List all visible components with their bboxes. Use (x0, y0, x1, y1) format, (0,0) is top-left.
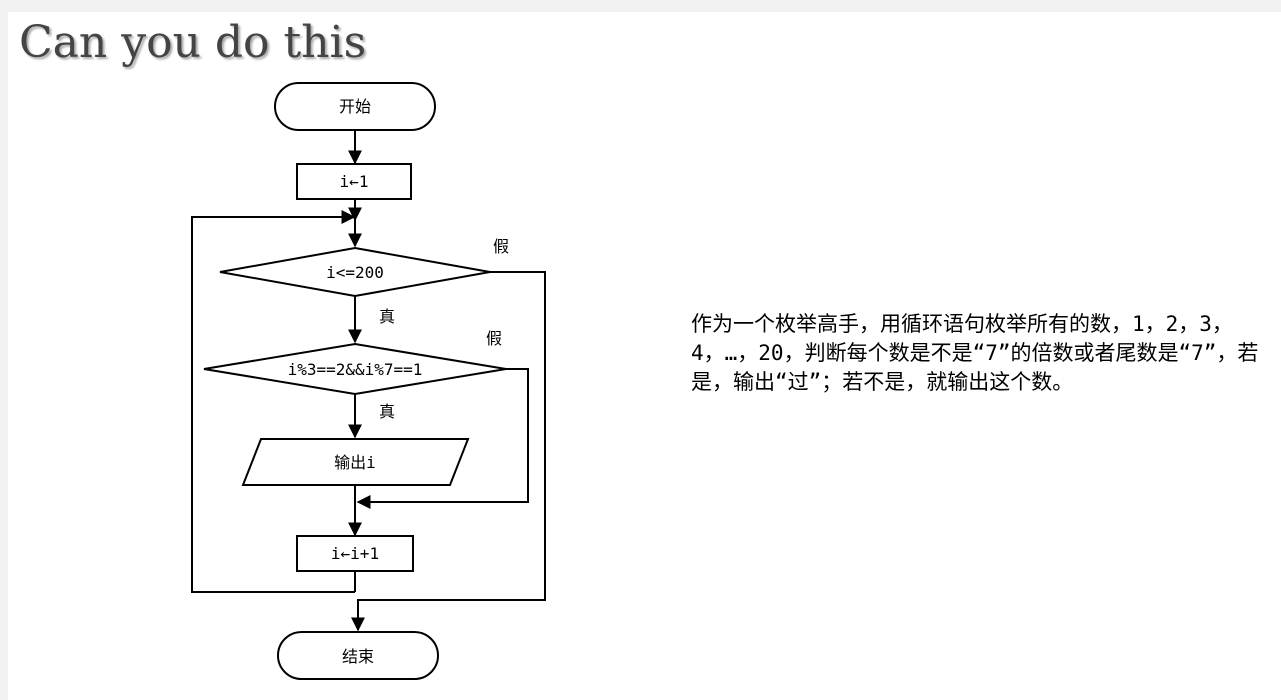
slide: Can you do this 开始 i←1 i<=200 假 真 i%3==2… (8, 12, 1281, 700)
cond1-false-label: 假 (493, 237, 509, 256)
cond2-false-label: 假 (486, 329, 502, 348)
init-label: i←1 (340, 172, 369, 191)
increment-label: i←i+1 (331, 544, 379, 563)
cond2-label: i%3==2&&i%7==1 (288, 360, 423, 379)
flowchart: 开始 i←1 i<=200 假 真 i%3==2&&i%7==1 假 真 输出i… (191, 82, 546, 680)
cond2-true-label: 真 (379, 402, 395, 421)
end-label: 结束 (342, 647, 374, 666)
cond1-label: i<=200 (326, 263, 384, 282)
problem-description: 作为一个枚举高手，用循环语句枚举所有的数，1，2，3，4，…，20，判断每个数是… (691, 312, 1259, 394)
output-label: 输出i (334, 453, 376, 472)
cond1-true-label: 真 (379, 307, 395, 326)
start-label: 开始 (339, 97, 371, 116)
